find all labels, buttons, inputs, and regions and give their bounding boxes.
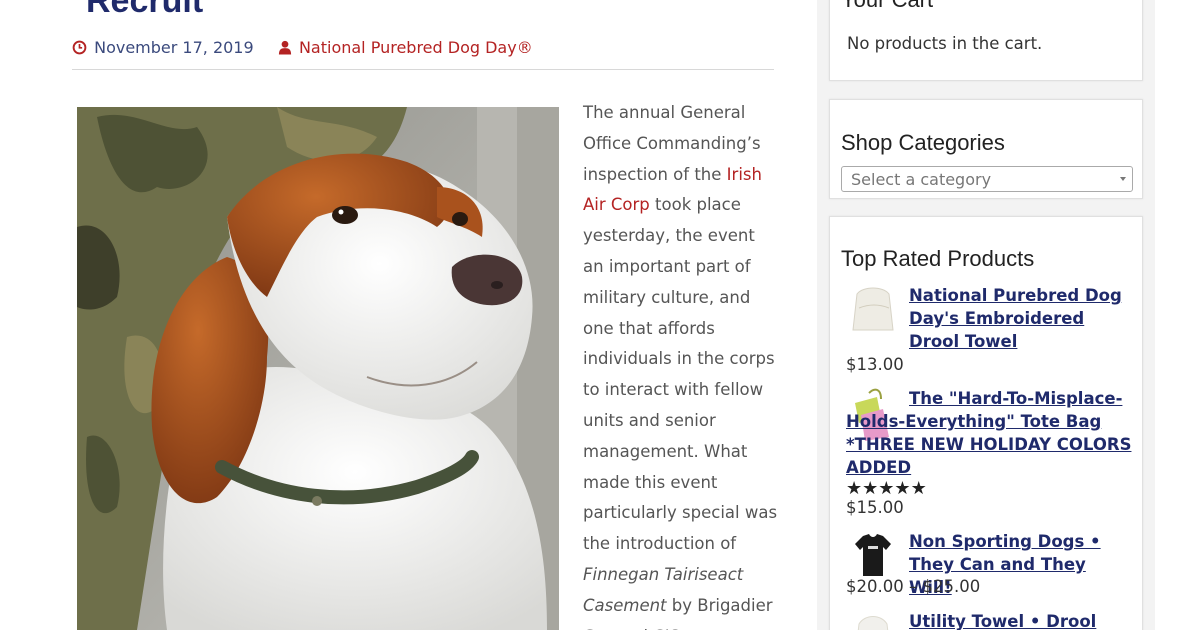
star-icon: ★ [910,478,927,499]
star-icon: ★ [894,478,911,499]
star-icon: ★ [846,478,863,499]
widget-title: Top Rated Products [841,246,1035,271]
post-featured-image [77,107,559,630]
product-price: $20.00 – $25.00 [846,577,981,596]
post-body: The annual General Office Commanding’s i… [583,98,778,630]
post-date[interactable]: November 17, 2019 [94,38,254,57]
user-icon [278,40,292,59]
post-text: took place yesterday, the event an impor… [583,195,778,554]
post-title: Recruit [86,0,204,20]
product-link[interactable]: Utility Towel • Drool Rag • [909,610,1134,630]
shop-categories-widget: Shop Categories Select a category [829,99,1143,199]
chevron-down-icon [1120,177,1126,181]
rating-stars: ★★★★★ [846,480,927,498]
product-price: $13.00 [846,355,904,374]
post-meta: November 17, 2019 National Purebred Dog … [72,38,533,58]
star-icon: ★ [878,478,895,499]
clock-icon [72,40,87,59]
category-select-value: Select a category [851,170,992,189]
product-link[interactable]: The "Hard-To-Misplace-Holds-Everything" … [846,387,1136,479]
cart-widget: Your Cart No products in the cart. [829,0,1143,81]
tshirt-icon[interactable] [849,530,897,578]
product-price: $15.00 [846,498,904,517]
divider [72,69,774,70]
widget-title: Shop Categories [841,130,1005,155]
product-link[interactable]: National Purebred Dog Day's Embroidered … [909,284,1134,353]
category-select[interactable]: Select a category [841,166,1133,192]
top-rated-widget: Top Rated Products National Purebred Dog… [829,216,1143,630]
star-icon: ★ [862,478,879,499]
cart-empty-message: No products in the cart. [847,34,1043,53]
towel-icon[interactable] [849,284,897,332]
post-category-link[interactable]: National Purebred Dog Day® [299,38,533,57]
towel-icon[interactable] [849,610,897,630]
widget-title: Your Cart [841,0,933,13]
